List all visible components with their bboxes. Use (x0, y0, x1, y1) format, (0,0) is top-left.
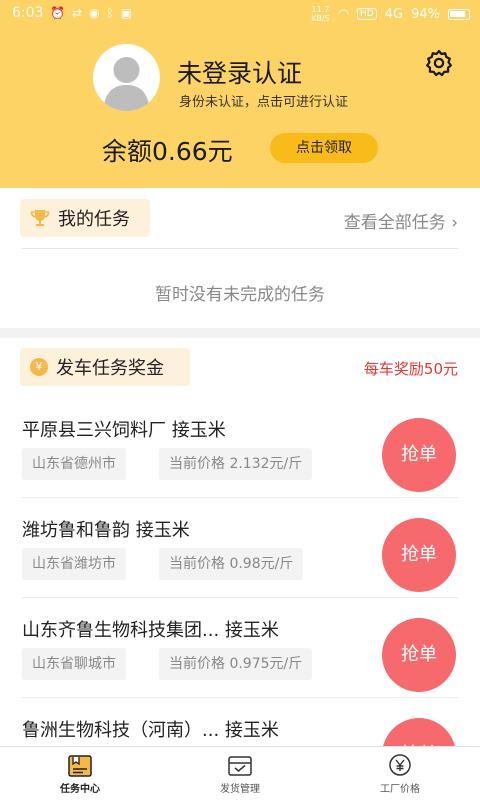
status-bar: 6:03 ⏰ ⇄ ◉ ᛒ ▣ 11.7 KB/S ◠ HD 4G 94% (0, 0, 480, 28)
location-chip: 山东省潍坊市 (22, 548, 126, 580)
profile-header: 6:03 ⏰ ⇄ ◉ ᛒ ▣ 11.7 KB/S ◠ HD 4G 94% 未登录… (0, 0, 480, 188)
price-chip: 当前价格 2.132元/斤 (159, 448, 313, 480)
reward-title: 发车任务奖金 (56, 358, 164, 379)
bluetooth-icon: ᛒ (106, 6, 114, 20)
user-name[interactable]: 未登录认证 (177, 54, 302, 90)
grab-order-button[interactable]: 抢单 (382, 518, 456, 592)
reward-note: 每车奖励50元 (363, 360, 458, 378)
price-icon (389, 754, 411, 776)
nav-shipping[interactable]: 发货管理 (160, 747, 320, 800)
order-row[interactable]: 鲁洲生物科技（河南）... 接玉米 抢单 (0, 698, 480, 746)
task-center-icon (68, 755, 92, 777)
reward-card: ¥ 发车任务奖金 每车奖励50元 平原县三兴饲料厂 接玉米 山东省德州市 当前价… (0, 338, 480, 746)
order-title: 潍坊鲁和鲁韵 接玉米 (22, 520, 190, 541)
price-chip: 当前价格 0.975元/斤 (159, 648, 313, 680)
location-chip: 山东省聊城市 (22, 648, 126, 680)
bottom-nav: 任务中心 发货管理 工厂价格 (0, 746, 480, 800)
avatar[interactable] (93, 44, 160, 111)
location-chip: 山东省德州市 (22, 448, 126, 480)
nav-label: 工厂价格 (380, 784, 420, 795)
view-all-tasks-link[interactable]: 查看全部任务 › (344, 208, 458, 233)
alarm-icon: ⏰ (50, 6, 65, 20)
order-row[interactable]: 潍坊鲁和鲁韵 接玉米 山东省潍坊市 当前价格 0.98元/斤 抢单 (0, 498, 480, 598)
balance-text: 余额0.66元 (102, 137, 233, 166)
nav-label: 发货管理 (220, 784, 260, 795)
my-tasks-title: 我的任务 (58, 209, 130, 230)
hd-badge: HD (357, 8, 377, 20)
order-row[interactable]: 山东齐鲁生物科技集团... 接玉米 山东省聊城市 当前价格 0.975元/斤 抢… (0, 598, 480, 698)
grab-order-button[interactable]: 抢单 (382, 718, 456, 746)
battery-percent: 94% (411, 6, 440, 22)
nav-label: 任务中心 (60, 784, 100, 795)
trophy-icon (30, 210, 50, 226)
empty-tasks-text: 暂时没有未完成的任务 (155, 285, 325, 305)
status-time: 6:03 (12, 5, 44, 21)
my-tasks-card: 我的任务 查看全部任务 › 暂时没有未完成的任务 (0, 188, 480, 328)
signal-label: 4G (384, 6, 404, 22)
claim-button[interactable]: 点击领取 (270, 133, 378, 163)
grab-order-button[interactable]: 抢单 (382, 418, 456, 492)
reward-tag: ¥ 发车任务奖金 (20, 348, 190, 386)
order-row[interactable]: 平原县三兴饲料厂 接玉米 山东省德州市 当前价格 2.132元/斤 抢单 (0, 398, 480, 498)
order-title: 平原县三兴饲料厂 接玉米 (22, 420, 226, 441)
network-speed: 11.7 KB/S (311, 5, 330, 23)
sync-icon: ⇄ (71, 6, 83, 20)
battery-icon (448, 8, 470, 20)
user-silhouette-icon (103, 57, 150, 111)
shield-icon: ▣ (120, 6, 133, 20)
coin-icon: ¥ (30, 358, 48, 376)
order-title: 山东齐鲁生物科技集团... 接玉米 (22, 620, 279, 641)
wifi-icon: ◠ (337, 6, 350, 22)
nav-task-center[interactable]: 任务中心 (0, 747, 160, 800)
grab-order-button[interactable]: 抢单 (382, 618, 456, 692)
order-title: 鲁洲生物科技（河南）... 接玉米 (22, 720, 279, 741)
location-icon: ◉ (89, 6, 100, 20)
nav-factory-price[interactable]: 工厂价格 (320, 747, 480, 800)
gear-icon[interactable] (424, 48, 454, 78)
shipping-icon (228, 756, 252, 776)
section-divider (22, 248, 458, 249)
price-chip: 当前价格 0.98元/斤 (159, 548, 304, 580)
my-tasks-tag: 我的任务 (20, 199, 150, 237)
verify-hint[interactable]: 身份未认证，点击可进行认证 (179, 91, 348, 110)
